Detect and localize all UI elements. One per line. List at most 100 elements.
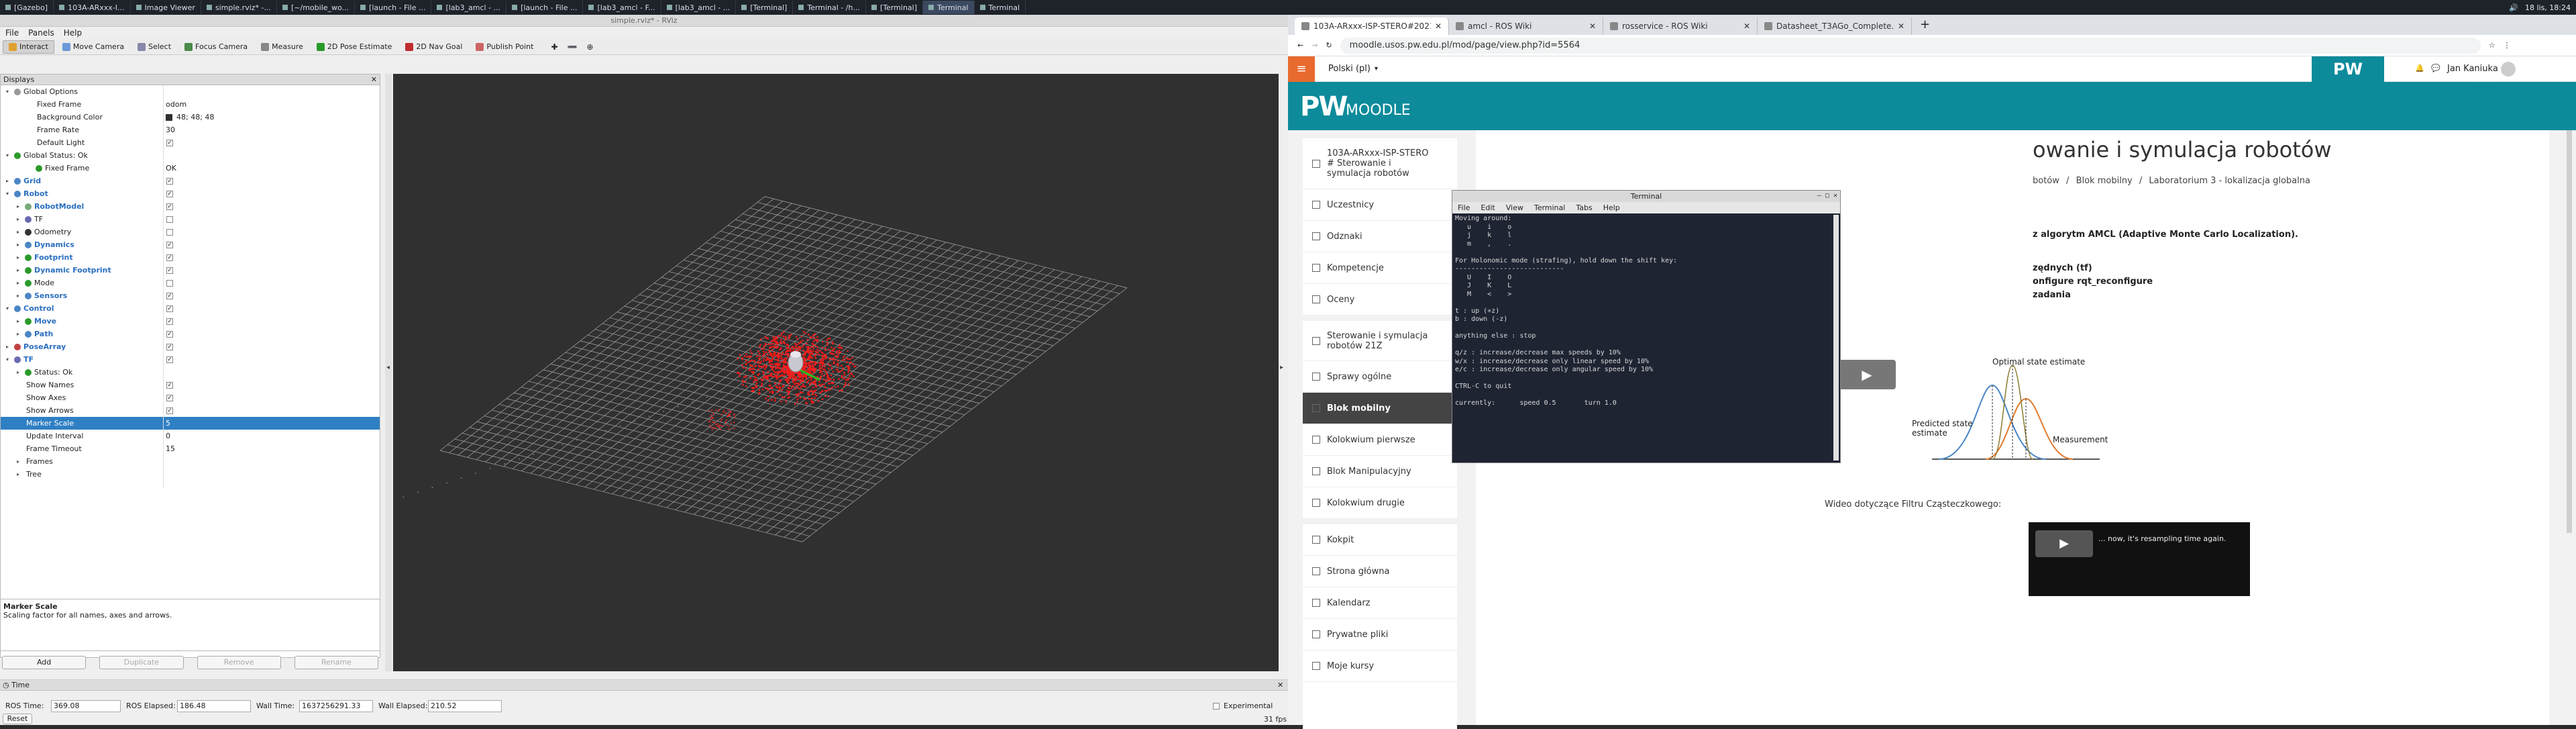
browser-tab[interactable]: amcl - ROS Wiki ✕	[1449, 17, 1603, 35]
expand-arrow-icon[interactable]: ▸	[17, 289, 19, 302]
terminal-menu-item[interactable]: Tabs	[1576, 202, 1592, 213]
rename-button[interactable]: Rename	[294, 656, 378, 669]
tree-row[interactable]: Show Axes ✓	[1, 391, 380, 404]
expand-arrow-icon[interactable]: ▾	[6, 187, 9, 200]
wall-elapsed-field[interactable]: 210.52	[428, 700, 502, 712]
tool-interact[interactable]: Interact	[3, 40, 54, 54]
tree-row[interactable]: ▸ PoseArray ✓	[1, 340, 380, 353]
taskbar-item[interactable]: Terminal	[975, 1, 1026, 14]
3d-view[interactable]	[393, 74, 1279, 671]
expand-arrow-icon[interactable]: ▾	[6, 302, 9, 315]
tree-row[interactable]: Frame Rate 30	[1, 124, 380, 136]
tree-row[interactable]: ▸ Mode	[1, 277, 380, 289]
taskbar-item[interactable]: [launch - File ...	[355, 1, 432, 14]
tree-row[interactable]: Marker Scale 5	[1, 417, 380, 430]
breadcrumb-item[interactable]: botów	[2033, 176, 2059, 186]
window-controls[interactable]: – ▢ ✕	[1817, 192, 1837, 199]
expand-arrow-icon[interactable]: ▸	[17, 264, 19, 277]
tool-focus-camera[interactable]: Focus Camera	[179, 40, 253, 54]
tree-row[interactable]: ▾ Control ✓	[1, 302, 380, 315]
tree-row-value[interactable]: 30	[166, 124, 175, 136]
terminal-menu-item[interactable]: File	[1458, 202, 1470, 213]
tree-row-value[interactable]: OK	[166, 162, 176, 175]
tree-row[interactable]: ▸ Sensors ✓	[1, 289, 380, 302]
volume-icon[interactable]: 🔊	[2509, 3, 2518, 12]
tree-row[interactable]: ▸ Frames	[1, 455, 380, 468]
ros-elapsed-field[interactable]: 186.48	[177, 700, 251, 712]
expand-arrow-icon[interactable]: ▸	[17, 277, 19, 289]
page-scrollbar[interactable]	[2567, 130, 2572, 533]
visibility-checkbox[interactable]: ✓	[166, 344, 173, 350]
expand-arrow-icon[interactable]: ▸	[17, 200, 19, 213]
terminal-menu-item[interactable]: View	[1506, 202, 1523, 213]
remove-button[interactable]: Remove	[197, 656, 281, 669]
expand-arrow-icon[interactable]: ▸	[17, 328, 19, 340]
taskbar-item[interactable]: simple.rviz* -...	[201, 1, 277, 14]
ros-time-field[interactable]: 369.08	[51, 700, 121, 712]
course-nav-item[interactable]: Uczestnicy	[1303, 189, 1457, 221]
tree-row[interactable]: ▸ Odometry	[1, 226, 380, 238]
taskbar-item[interactable]: Image Viewer	[131, 1, 201, 14]
collapse-right-icon[interactable]: ▸	[1280, 364, 1283, 371]
bell-icon[interactable]: 🔔	[2415, 64, 2424, 72]
color-swatch[interactable]	[166, 114, 172, 121]
taskbar-item[interactable]: [lab3_amcl - ...	[661, 1, 737, 14]
tree-row-value[interactable]: 15	[166, 442, 175, 455]
visibility-checkbox[interactable]: ✓	[166, 407, 173, 414]
browser-tab[interactable]: rosservice - ROS Wiki ✕	[1603, 17, 1758, 35]
expand-arrow-icon[interactable]: ▾	[6, 149, 9, 162]
course-nav-item[interactable]: Sterowanie i symulacja robotów 21Z	[1303, 321, 1457, 361]
taskbar-item[interactable]: [Terminal]	[736, 1, 794, 14]
tree-row[interactable]: ▾ TF ✓	[1, 353, 380, 366]
font-size-controls[interactable]: A- A A+	[2469, 77, 2495, 84]
url-field[interactable]: moodle.usos.pw.edu.pl/mod/page/view.php?…	[1340, 37, 2481, 54]
tree-row[interactable]: ▾ Global Status: Ok	[1, 149, 380, 162]
add-button[interactable]: Add	[2, 656, 87, 669]
visibility-checkbox[interactable]: ✓	[166, 356, 173, 363]
close-tab-icon[interactable]: ✕	[1435, 21, 1442, 31]
taskbar-item[interactable]: [launch - File ...	[506, 1, 584, 14]
visibility-checkbox[interactable]: ✓	[166, 203, 173, 210]
taskbar-item[interactable]: [lab3_amcl - ...	[431, 1, 507, 14]
menu-icon[interactable]: ⋮	[2504, 41, 2511, 50]
tree-row[interactable]: ▸ Status: Ok	[1, 366, 380, 379]
course-nav-item[interactable]: Kompetencje	[1303, 252, 1457, 284]
course-nav-item[interactable]: Kokpit	[1303, 524, 1457, 556]
remove-tool-icon[interactable]: ➖	[568, 42, 578, 52]
close-tab-icon[interactable]: ✕	[1589, 21, 1596, 31]
terminal-output[interactable]: Moving around: u i o j k l m , . For Holo…	[1452, 213, 1840, 409]
tool-2d-nav-goal[interactable]: 2D Nav Goal	[400, 40, 468, 54]
visibility-checkbox[interactable]: ✓	[166, 254, 173, 261]
avatar[interactable]	[2501, 62, 2516, 77]
visibility-checkbox[interactable]: ✓	[166, 178, 173, 185]
bookmark-star-icon[interactable]: ☆	[2489, 41, 2496, 50]
taskbar-item[interactable]: [Gazebo]	[0, 1, 54, 14]
browser-tab[interactable]: Datasheet_T3AGo_Complete.pd... ✕	[1758, 17, 1912, 35]
course-nav-item[interactable]: Oceny	[1303, 284, 1457, 315]
close-icon[interactable]: ✕	[371, 75, 377, 85]
hamburger-icon[interactable]: ≡	[1288, 56, 1315, 82]
terminal-menu-item[interactable]: Edit	[1481, 202, 1495, 213]
tree-row[interactable]: Update Interval 0	[1, 430, 380, 442]
duplicate-button[interactable]: Duplicate	[99, 656, 184, 669]
visibility-checkbox[interactable]	[166, 280, 173, 287]
reset-button[interactable]: Reset	[3, 714, 32, 724]
tool-publish-point[interactable]: Publish Point	[470, 40, 539, 54]
close-icon[interactable]: ✕	[1277, 681, 1283, 689]
taskbar-item[interactable]: [Terminal]	[866, 1, 924, 14]
tree-row[interactable]: ▸ TF	[1, 213, 380, 226]
expand-arrow-icon[interactable]: ▸	[6, 340, 9, 353]
tool-move-camera[interactable]: Move Camera	[57, 40, 129, 54]
new-tab-icon[interactable]: +	[1920, 17, 1930, 35]
expand-arrow-icon[interactable]: ▸	[17, 455, 19, 468]
forward-icon[interactable]: →	[1311, 41, 1318, 50]
menu-help[interactable]: Help	[64, 28, 82, 38]
expand-arrow-icon[interactable]: ▸	[17, 226, 19, 238]
wall-time-field[interactable]: 1637256291.33	[299, 700, 373, 712]
add-tool-icon[interactable]: ✚	[551, 42, 557, 52]
tree-row-value[interactable]: odom	[166, 98, 186, 111]
tree-row[interactable]: Frame Timeout 15	[1, 442, 380, 455]
tool-2d-pose-estimate[interactable]: 2D Pose Estimate	[311, 40, 398, 54]
chat-icon[interactable]: 💬	[2431, 64, 2440, 72]
experimental-checkbox[interactable]	[1213, 703, 1220, 710]
